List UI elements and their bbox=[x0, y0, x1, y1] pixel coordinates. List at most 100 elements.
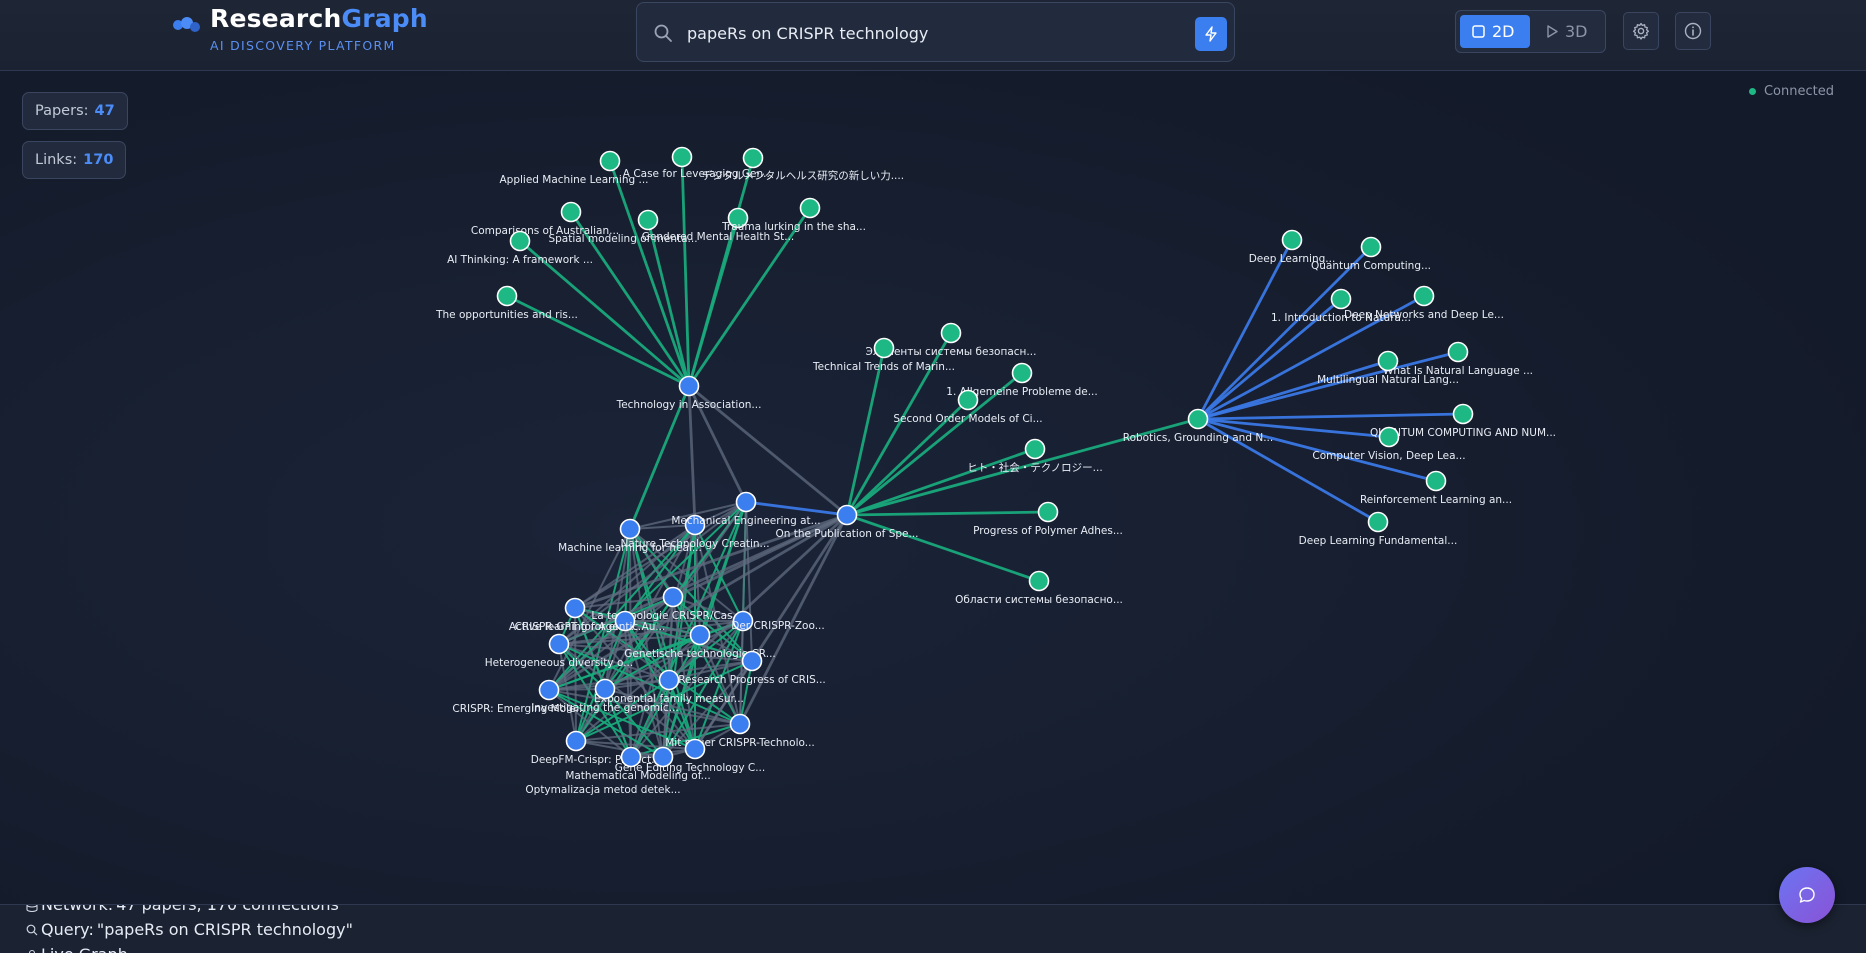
graph-node-circle[interactable] bbox=[873, 337, 895, 359]
graph-node-label: AI Thinking: A framework ... bbox=[447, 254, 593, 266]
graph-node-circle[interactable] bbox=[1011, 362, 1033, 384]
graph-node-circle[interactable] bbox=[658, 669, 680, 691]
papers-count-value: 47 bbox=[94, 103, 115, 119]
search-input[interactable] bbox=[685, 17, 1159, 49]
footer-live-line: Live Graph bbox=[26, 945, 128, 953]
graph-node-circle[interactable] bbox=[1413, 285, 1435, 307]
lightning-icon bbox=[1205, 26, 1217, 42]
graph-node-circle[interactable] bbox=[548, 633, 570, 655]
search-icon bbox=[654, 24, 672, 42]
graph-node-circle[interactable] bbox=[564, 597, 586, 619]
footer-network-value: 47 papers, 170 connections bbox=[116, 904, 339, 914]
graph-node-circle[interactable] bbox=[620, 746, 642, 768]
graph-background bbox=[0, 71, 1866, 904]
graph-node-circle[interactable] bbox=[496, 285, 518, 307]
graph-node-label: Области системы безопасно... bbox=[955, 594, 1123, 606]
graph-node-circle[interactable] bbox=[1377, 350, 1399, 372]
graph-node-label: Optymalizacja metod detek... bbox=[525, 784, 680, 796]
graph-node-label: The opportunities and ris... bbox=[435, 309, 578, 321]
square-icon bbox=[1472, 25, 1485, 38]
graph-node-label: Mechanical Engineering at... bbox=[671, 515, 820, 527]
graph-node-circle[interactable] bbox=[1281, 229, 1303, 251]
gear-icon bbox=[1632, 22, 1650, 40]
graph-node-circle[interactable] bbox=[560, 201, 582, 223]
graph-node-label: Technical Trends of Marin... bbox=[812, 361, 955, 373]
graph-node-circle[interactable] bbox=[565, 730, 587, 752]
graph-node-circle[interactable] bbox=[1452, 403, 1474, 425]
status-dot bbox=[1748, 88, 1756, 95]
database-icon bbox=[26, 905, 38, 912]
search-icon bbox=[26, 924, 38, 935]
footer-query-label: Query: bbox=[41, 920, 94, 939]
graph-node-circle[interactable] bbox=[799, 197, 821, 219]
graph-node-circle[interactable] bbox=[662, 586, 684, 608]
graph-node-label: Heterogeneous diversity o... bbox=[485, 657, 633, 669]
graph-node-label: Nature Technology Creatin... bbox=[620, 538, 769, 550]
graph-node-circle[interactable] bbox=[1378, 426, 1400, 448]
graph-node-label: Research Progress of CRIS... bbox=[678, 674, 826, 686]
graph-node-label: デジタルメンタルヘルス研究の新しい力.... bbox=[702, 169, 904, 182]
search-submit-button[interactable] bbox=[1195, 17, 1227, 51]
view-mode-toggle: 2D 3D bbox=[1455, 10, 1606, 53]
graph-node-circle[interactable] bbox=[735, 491, 757, 513]
info-button[interactable] bbox=[1675, 12, 1711, 50]
graph-node-label: Deep Learning Fundamental... bbox=[1299, 535, 1458, 547]
graph-node-circle[interactable] bbox=[957, 389, 979, 411]
graph-node-circle[interactable] bbox=[741, 650, 763, 672]
graph-node-circle[interactable] bbox=[671, 146, 693, 168]
search-bar bbox=[636, 2, 1235, 62]
logo-icon bbox=[173, 17, 200, 32]
graph-node-circle[interactable] bbox=[1024, 438, 1046, 460]
brand-tagline: AI DISCOVERY PLATFORM bbox=[210, 38, 396, 53]
graph-node-circle[interactable] bbox=[1360, 236, 1382, 258]
graph-node-circle[interactable] bbox=[836, 504, 858, 526]
graph-node-circle[interactable] bbox=[1330, 288, 1352, 310]
graph-node-label: ヒト・社会・テクノロジー... bbox=[967, 461, 1102, 474]
graph-node-circle[interactable] bbox=[742, 147, 764, 169]
app-header: ResearchGraph AI DISCOVERY PLATFORM 2D 3… bbox=[0, 0, 1866, 71]
papers-count-badge: Papers: 47 bbox=[22, 92, 128, 130]
graph-node-circle[interactable] bbox=[1447, 341, 1469, 363]
chat-bubble-icon bbox=[1799, 887, 1815, 903]
graph-node-circle[interactable] bbox=[940, 322, 962, 344]
graph-node-circle[interactable] bbox=[1187, 408, 1209, 430]
graph-node-circle[interactable] bbox=[678, 375, 700, 397]
graph-node-circle[interactable] bbox=[637, 209, 659, 231]
graph-node-circle[interactable] bbox=[1425, 470, 1447, 492]
view-3d-button[interactable]: 3D bbox=[1534, 15, 1602, 48]
graph-node-circle[interactable] bbox=[594, 678, 616, 700]
graph-node-circle[interactable] bbox=[619, 518, 641, 540]
graph-node-label: Computer Vision, Deep Lea... bbox=[1312, 450, 1465, 462]
links-count-label: Links: bbox=[35, 152, 78, 168]
graph-node-circle[interactable] bbox=[1028, 570, 1050, 592]
graph-node-circle[interactable] bbox=[689, 624, 711, 646]
graph-node-circle[interactable] bbox=[538, 679, 560, 701]
graph-node-circle[interactable] bbox=[652, 746, 674, 768]
info-icon bbox=[1684, 22, 1702, 40]
graph-node-label: Investigating the genomic... bbox=[531, 702, 678, 714]
graph-node-circle[interactable] bbox=[684, 738, 706, 760]
graph-node-circle[interactable] bbox=[1367, 511, 1389, 533]
footer-network-label: Network: bbox=[41, 904, 114, 914]
graph-node-circle[interactable] bbox=[729, 713, 751, 735]
settings-button[interactable] bbox=[1623, 12, 1659, 50]
graph-node-label: Reinforcement Learning an... bbox=[1360, 494, 1512, 506]
graph-node-label: Trauma lurking in the sha... bbox=[721, 221, 866, 233]
graph-node-label: Progress of Polymer Adhes... bbox=[973, 525, 1123, 537]
graph-node-label: Mathematical Modeling of... bbox=[565, 770, 710, 782]
chat-button[interactable] bbox=[1779, 867, 1835, 923]
graph-node-label: Deep Networks and Deep Le... bbox=[1344, 309, 1504, 321]
status-footer: Network: 47 papers, 170 connections Query… bbox=[0, 904, 1866, 953]
graph-node-circle[interactable] bbox=[509, 230, 531, 252]
brand-part-2: Graph bbox=[341, 4, 428, 33]
graph-node-label: On the Publication of Spe... bbox=[775, 528, 918, 540]
graph-node-circle[interactable] bbox=[599, 150, 621, 172]
view-2d-button[interactable]: 2D bbox=[1460, 15, 1530, 48]
graph-node-circle[interactable] bbox=[1037, 501, 1059, 523]
footer-query-line: Query: "papeRs on CRISPR technology" bbox=[26, 920, 353, 939]
footer-query-value: "papeRs on CRISPR technology" bbox=[96, 920, 353, 939]
network-graph[interactable]: Technology in Association...Applied Mach… bbox=[0, 71, 1866, 904]
graph-node-label: Robotics, Grounding and N... bbox=[1123, 432, 1273, 444]
graph-node-label: Multilingual Natural Lang... bbox=[1317, 374, 1459, 386]
graph-canvas[interactable]: Technology in Association... Applied Mach… bbox=[0, 71, 1866, 904]
